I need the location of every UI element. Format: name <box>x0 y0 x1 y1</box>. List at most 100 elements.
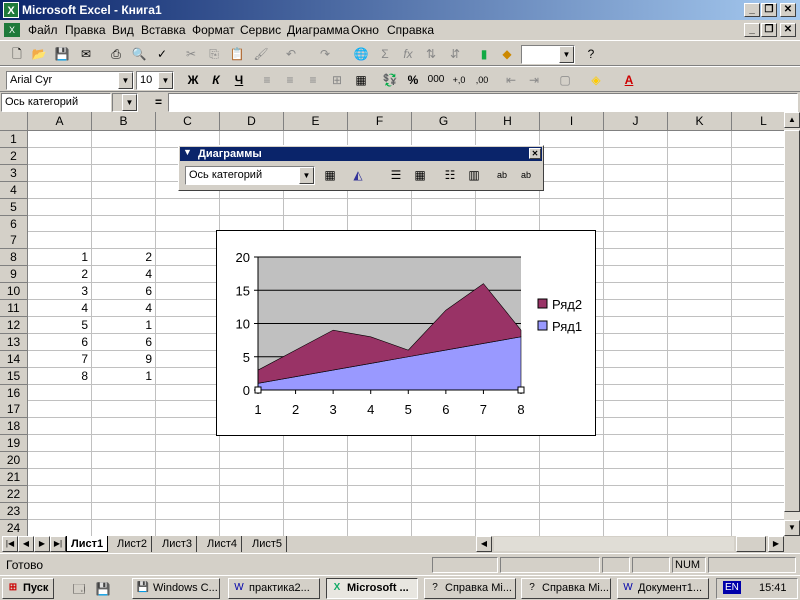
zoom-combo[interactable]: ▼ <box>521 45 575 64</box>
undo-icon[interactable]: ↶ <box>282 45 300 63</box>
cell-b14[interactable]: 9 <box>92 351 152 367</box>
doc-minimize-button[interactable]: _ <box>744 23 760 37</box>
cut-icon[interactable]: ✂ <box>182 45 200 63</box>
column-header-a[interactable]: A <box>28 112 92 131</box>
format-painter-icon[interactable]: 🖌 <box>252 45 270 63</box>
row-header-11[interactable]: 11 <box>0 300 28 317</box>
tab-sheet1[interactable]: Лист1 <box>66 536 109 552</box>
row-header-5[interactable]: 5 <box>0 198 28 216</box>
menu-help[interactable]: Справка <box>387 23 434 37</box>
last-sheet-button[interactable]: ▶| <box>50 536 66 552</box>
cell-a10[interactable]: 3 <box>28 283 88 299</box>
cell-a11[interactable]: 4 <box>28 300 88 316</box>
sort-desc-icon[interactable]: ⇵ <box>446 45 464 63</box>
column-header-e[interactable]: E <box>284 112 348 131</box>
row-header-21[interactable]: 21 <box>0 469 28 486</box>
cell-b11[interactable]: 4 <box>92 300 152 316</box>
tab-sheet2[interactable]: Лист2 <box>113 536 153 552</box>
spelling-icon[interactable]: ✓ <box>153 45 171 63</box>
cell-b15[interactable]: 1 <box>92 368 152 384</box>
chevron-down-icon[interactable]: ▼ <box>118 72 133 89</box>
preview-icon[interactable]: 🔍 <box>130 45 148 63</box>
cell-a8[interactable]: 1 <box>28 249 88 265</box>
chart-wizard-icon[interactable]: ▮ <box>475 45 493 63</box>
column-header-b[interactable]: B <box>92 112 156 131</box>
maximize-button[interactable]: ❐ <box>761 3 777 17</box>
row-header-13[interactable]: 13 <box>0 333 28 351</box>
formula-input[interactable] <box>168 93 798 112</box>
row-header-19[interactable]: 19 <box>0 435 28 453</box>
function-icon[interactable]: fx <box>399 45 417 63</box>
chevron-down-icon[interactable]: ▼ <box>158 72 173 89</box>
format-chart-icon[interactable]: ▦ <box>352 71 370 89</box>
area-chart[interactable]: 0 5 10 15 20 1 2 3 4 5 6 7 8 Ряд2 Ряд1 <box>217 231 595 435</box>
chart-type-icon[interactable]: ◭ <box>349 166 367 184</box>
row-header-9[interactable]: 9 <box>0 266 28 284</box>
next-sheet-button[interactable]: ▶ <box>34 536 50 552</box>
tab-sheet5[interactable]: Лист5 <box>248 536 288 552</box>
row-header-16[interactable]: 16 <box>0 384 28 402</box>
chevron-down-icon[interactable]: ▼ <box>299 167 314 184</box>
bold-button[interactable]: Ж <box>184 71 202 89</box>
print-icon[interactable]: ⎙ <box>107 45 125 63</box>
cell-b12[interactable]: 1 <box>92 317 152 333</box>
borders-icon[interactable]: ▢ <box>556 71 574 89</box>
tab-sheet3[interactable]: Лист3 <box>158 536 198 552</box>
excel-icon[interactable]: X <box>3 2 19 18</box>
row-header-17[interactable]: 17 <box>0 401 28 419</box>
row-header-3[interactable]: 3 <box>0 164 28 182</box>
column-header-g[interactable]: G <box>412 112 476 131</box>
row-header-12[interactable]: 12 <box>0 316 28 334</box>
font-size-combo[interactable]: 10 ▼ <box>136 71 174 90</box>
row-header-4[interactable]: 4 <box>0 181 28 199</box>
thousands-button[interactable]: 000 <box>427 71 445 89</box>
autosum-icon[interactable]: Σ <box>376 45 394 63</box>
cell-b10[interactable]: 6 <box>92 283 152 299</box>
task-microsoft-excel[interactable]: X Microsoft ... <box>326 578 418 599</box>
row-header-24[interactable]: 24 <box>0 519 28 536</box>
save-icon[interactable]: 💾 <box>53 45 71 63</box>
row-header-1[interactable]: 1 <box>0 131 28 148</box>
close-icon[interactable]: ✕ <box>529 148 541 159</box>
row-header-23[interactable]: 23 <box>0 502 28 520</box>
task-help1[interactable]: ? Справка Mi... <box>424 578 516 599</box>
scroll-left-button[interactable]: ◀ <box>476 536 492 552</box>
doc-restore-button[interactable]: ❐ <box>761 23 777 37</box>
column-header-f[interactable]: F <box>348 112 412 131</box>
task-help2[interactable]: ? Справка Mi... <box>521 578 611 599</box>
font-combo[interactable]: Arial Cyr ▼ <box>6 71 134 90</box>
task-document1[interactable]: W Документ1... <box>617 578 709 599</box>
h-scroll-thumb[interactable] <box>736 536 766 552</box>
prev-sheet-button[interactable]: ◀ <box>18 536 34 552</box>
menu-format[interactable]: Формат <box>192 23 235 37</box>
column-header-k[interactable]: K <box>668 112 732 131</box>
outdent-icon[interactable]: ⇤ <box>502 71 520 89</box>
increase-decimal-button[interactable]: +,0 <box>450 71 468 89</box>
align-right-icon[interactable]: ≡ <box>304 71 322 89</box>
map-icon[interactable]: ◆ <box>498 45 516 63</box>
align-left-icon[interactable]: ≡ <box>258 71 276 89</box>
row-header-2[interactable]: 2 <box>0 147 28 165</box>
scroll-up-button[interactable]: ▲ <box>784 112 800 128</box>
open-icon[interactable]: 📂 <box>30 45 48 63</box>
cell-b13[interactable]: 6 <box>92 334 152 350</box>
language-indicator[interactable]: EN <box>723 581 741 594</box>
name-box-dropdown[interactable]: ▼ <box>112 93 138 112</box>
chart-object-select[interactable]: Ось категорий ▼ <box>185 166 315 185</box>
row-header-14[interactable]: 14 <box>0 350 28 368</box>
chart-toolbar[interactable]: Диаграммы ▼ ✕ Ось категорий ▼ ▦ ◭ ☰ ▦ ☷ ▥… <box>178 145 544 191</box>
task-windows-commander[interactable]: 💾 Windows C... <box>132 578 220 599</box>
angle-up-icon[interactable]: ab <box>517 166 535 184</box>
redo-icon[interactable]: ↷ <box>316 45 334 63</box>
menu-window[interactable]: Окно <box>351 23 379 37</box>
menu-view[interactable]: Вид <box>112 23 134 37</box>
chart-object[interactable]: 0 5 10 15 20 1 2 3 4 5 6 7 8 Ряд2 Ряд1 <box>216 230 596 436</box>
legend-icon[interactable]: ☰ <box>387 166 405 184</box>
underline-button[interactable]: Ч <box>230 71 248 89</box>
column-header-i[interactable]: I <box>540 112 604 131</box>
doc-close-button[interactable]: ✕ <box>780 23 796 37</box>
data-table-icon[interactable]: ▦ <box>411 166 429 184</box>
first-sheet-button[interactable]: |◀ <box>2 536 18 552</box>
column-header-j[interactable]: J <box>604 112 668 131</box>
vertical-scrollbar[interactable]: ▲ ▼ <box>784 112 800 536</box>
